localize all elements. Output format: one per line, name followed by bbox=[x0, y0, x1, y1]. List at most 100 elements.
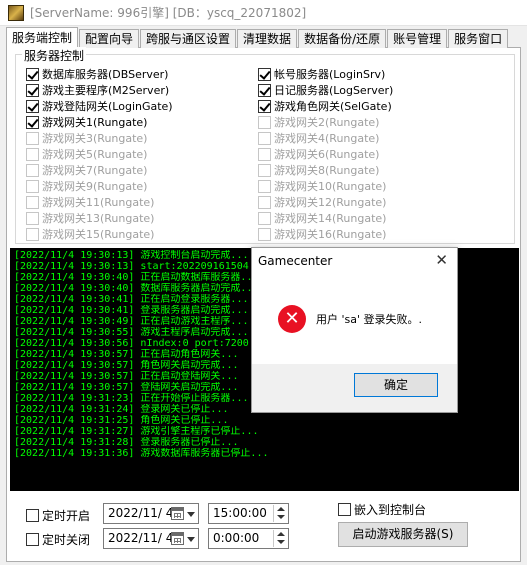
ok-button[interactable]: 确定 bbox=[354, 373, 438, 397]
error-dialog: Gamecenter ✕ ✕ 用户 'sa' 登录失败。. 确定 bbox=[251, 247, 458, 413]
log-line: [2022/11/4 19:31:28] 登录服务器已停止... bbox=[14, 437, 239, 448]
checkbox-box[interactable] bbox=[26, 67, 39, 81]
server-checkbox: 游戏网关8(Rungate) bbox=[258, 163, 379, 177]
server-checkbox[interactable]: 游戏网关1(Rungate) bbox=[26, 115, 147, 129]
log-line: [2022/11/4 19:30:40] 数据库服务器启动完成... bbox=[14, 283, 259, 294]
checkbox-box[interactable] bbox=[258, 83, 271, 97]
stop-time-spinner-icon[interactable] bbox=[273, 530, 287, 547]
stop-time-value: 0:00:00 bbox=[213, 531, 260, 545]
checkbox-label: 游戏网关16(Rungate) bbox=[274, 228, 387, 241]
checkbox-box[interactable] bbox=[26, 99, 39, 113]
server-checkbox: 游戏网关12(Rungate) bbox=[258, 195, 386, 209]
log-line: [2022/11/4 19:30:49] 正在启动游戏主程序... bbox=[14, 316, 249, 327]
dialog-title: Gamecenter bbox=[258, 254, 333, 268]
server-checkbox: 游戏网关11(Rungate) bbox=[26, 195, 154, 209]
log-line: [2022/11/4 19:31:27] 游戏引擎主程序已停止... bbox=[14, 426, 259, 437]
title-bar: [ServerName: 996引擎] [DB：yscq_22071802] bbox=[0, 0, 527, 26]
start-game-server-button[interactable]: 启动游戏服务器(S) bbox=[338, 522, 468, 547]
close-icon[interactable]: ✕ bbox=[435, 251, 448, 269]
server-checkbox[interactable]: 游戏登陆网关(LoginGate) bbox=[26, 99, 173, 113]
checkbox-box bbox=[258, 227, 271, 241]
timed-stop-label: 定时关闭 bbox=[42, 533, 91, 547]
dialog-footer: 确定 bbox=[252, 364, 457, 412]
server-checkbox[interactable]: 数据库服务器(DBServer) bbox=[26, 67, 168, 81]
embed-console-box[interactable] bbox=[338, 503, 351, 516]
tab-service-window[interactable]: 服务窗口 bbox=[448, 29, 509, 48]
stop-time-input[interactable]: 0:00:00 bbox=[208, 528, 289, 549]
checkbox-label: 游戏网关2(Rungate) bbox=[274, 116, 380, 129]
calendar-icon[interactable] bbox=[171, 532, 184, 545]
checkbox-box bbox=[258, 131, 271, 145]
log-line: [2022/11/4 19:31:24] 登录网关已停止... bbox=[14, 404, 229, 415]
main-tabs: 服务端控制 配置向导 跨服与通区设置 清理数据 数据备份/还原 账号管理 服务窗… bbox=[6, 27, 521, 48]
checkbox-label: 日记服务器(LogServer) bbox=[274, 84, 394, 97]
stop-date-picker[interactable]: 2022/11/ 4 bbox=[103, 528, 199, 549]
error-icon: ✕ bbox=[278, 305, 306, 333]
server-checkbox: 游戏网关10(Rungate) bbox=[258, 179, 386, 193]
log-line: [2022/11/4 19:30:41] 正在启动登录服务器... bbox=[14, 294, 249, 305]
checkbox-label: 游戏网关13(Rungate) bbox=[42, 212, 155, 225]
checkbox-box[interactable] bbox=[26, 115, 39, 129]
checkbox-label: 数据库服务器(DBServer) bbox=[42, 68, 169, 81]
checkbox-box bbox=[26, 211, 39, 225]
tab-config-wizard[interactable]: 配置向导 bbox=[79, 29, 140, 48]
server-checkbox: 游戏网关16(Rungate) bbox=[258, 227, 386, 241]
checkbox-label: 游戏主要程序(M2Server) bbox=[42, 84, 170, 97]
timed-start-label: 定时开启 bbox=[42, 509, 91, 523]
start-time-input[interactable]: 15:00:00 bbox=[208, 503, 289, 524]
server-checkbox[interactable]: 游戏主要程序(M2Server) bbox=[26, 83, 169, 97]
timed-start-box[interactable] bbox=[26, 509, 39, 522]
checkbox-box[interactable] bbox=[258, 67, 271, 81]
checkbox-label: 帐号服务器(LoginSrv) bbox=[274, 68, 386, 81]
log-line: [2022/11/4 19:30:56] nIndex:0 port:7200 bbox=[14, 338, 249, 349]
checkbox-label: 游戏网关6(Rungate) bbox=[274, 148, 380, 161]
dropdown-arrow-icon[interactable] bbox=[187, 512, 195, 517]
dropdown-arrow-icon[interactable] bbox=[187, 537, 195, 542]
checkbox-box[interactable] bbox=[26, 83, 39, 97]
checkbox-label: 游戏角色网关(SelGate) bbox=[274, 100, 392, 113]
server-checkbox[interactable]: 帐号服务器(LoginSrv) bbox=[258, 67, 385, 81]
server-checkbox: 游戏网关9(Rungate) bbox=[26, 179, 147, 193]
checkbox-label: 游戏网关9(Rungate) bbox=[42, 180, 148, 193]
checkbox-box bbox=[258, 195, 271, 209]
stop-date-value: 2022/11/ 4 bbox=[108, 531, 174, 545]
calendar-icon[interactable] bbox=[171, 507, 184, 520]
checkbox-box bbox=[26, 147, 39, 161]
server-checkbox: 游戏网关13(Rungate) bbox=[26, 211, 154, 225]
server-checkbox: 游戏网关14(Rungate) bbox=[258, 211, 386, 225]
embed-console-checkbox[interactable]: 嵌入到控制台 bbox=[338, 501, 426, 518]
log-line: [2022/11/4 19:30:40] 正在启动数据库服务器... bbox=[14, 272, 259, 283]
checkbox-label: 游戏网关11(Rungate) bbox=[42, 196, 155, 209]
tab-account-management[interactable]: 账号管理 bbox=[387, 29, 448, 48]
server-checkbox: 游戏网关6(Rungate) bbox=[258, 147, 379, 161]
tab-server-control[interactable]: 服务端控制 bbox=[6, 27, 79, 48]
checkbox-box bbox=[258, 163, 271, 177]
checkbox-label: 游戏网关14(Rungate) bbox=[274, 212, 387, 225]
log-line: [2022/11/4 19:30:13] start:202209161504 bbox=[14, 261, 249, 272]
window-title: [ServerName: 996引擎] [DB：yscq_22071802] bbox=[30, 6, 307, 20]
server-checkbox: 游戏网关15(Rungate) bbox=[26, 227, 154, 241]
tab-backup-restore[interactable]: 数据备份/还原 bbox=[298, 29, 387, 48]
server-checkbox: 游戏网关2(Rungate) bbox=[258, 115, 379, 129]
timed-stop-checkbox[interactable]: 定时关闭 bbox=[26, 531, 90, 548]
dialog-message: 用户 'sa' 登录失败。. bbox=[316, 313, 423, 326]
checkbox-label: 游戏网关12(Rungate) bbox=[274, 196, 387, 209]
log-line: [2022/11/4 19:31:25] 角色网关已停止... bbox=[14, 415, 229, 426]
log-line: [2022/11/4 19:30:41] 登录服务器启动完成... bbox=[14, 305, 249, 316]
server-checkbox[interactable]: 日记服务器(LogServer) bbox=[258, 83, 393, 97]
server-checkbox[interactable]: 游戏角色网关(SelGate) bbox=[258, 99, 392, 113]
start-date-picker[interactable]: 2022/11/ 4 bbox=[103, 503, 199, 524]
server-checkbox: 游戏网关4(Rungate) bbox=[258, 131, 379, 145]
checkbox-box bbox=[258, 211, 271, 225]
timed-start-checkbox[interactable]: 定时开启 bbox=[26, 507, 90, 524]
checkbox-label: 游戏网关15(Rungate) bbox=[42, 228, 155, 241]
tab-cross-server[interactable]: 跨服与通区设置 bbox=[140, 29, 237, 48]
start-time-value: 15:00:00 bbox=[213, 506, 267, 520]
checkbox-box[interactable] bbox=[258, 99, 271, 113]
embed-console-label: 嵌入到控制台 bbox=[354, 503, 427, 517]
checkbox-label: 游戏网关7(Rungate) bbox=[42, 164, 148, 177]
checkbox-label: 游戏网关8(Rungate) bbox=[274, 164, 380, 177]
timed-stop-box[interactable] bbox=[26, 533, 39, 546]
start-time-spinner-icon[interactable] bbox=[273, 505, 287, 522]
tab-clear-data[interactable]: 清理数据 bbox=[237, 29, 298, 48]
